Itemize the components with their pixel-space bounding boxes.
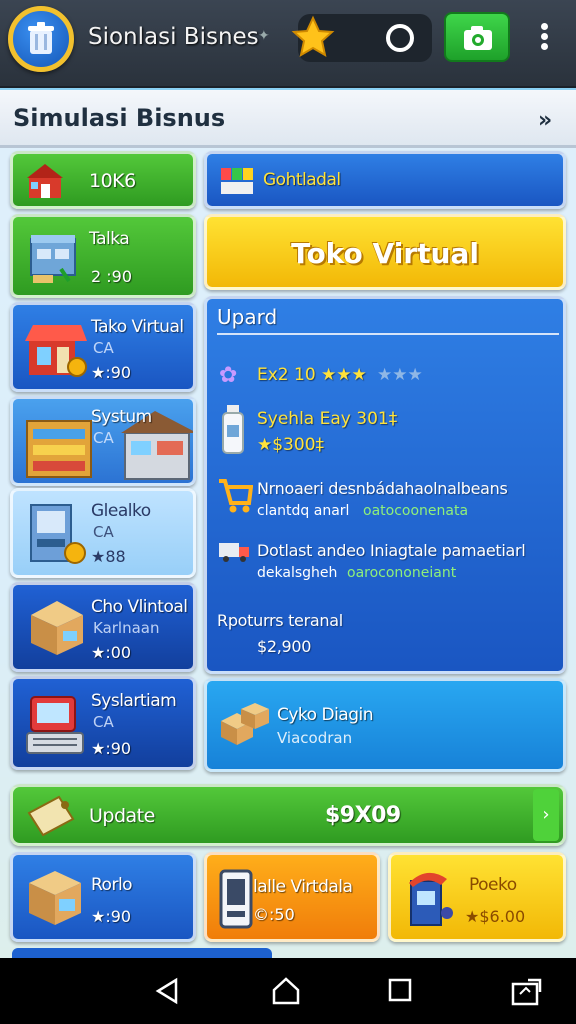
market-stall-icon	[25, 325, 87, 377]
collapse-arrows-icon[interactable]: »	[538, 108, 552, 133]
top-bar: Sionlasi Bisnes ✦	[0, 0, 576, 88]
blocks-icon	[221, 168, 253, 194]
upgrade-desc-line: clantdq anarl	[257, 503, 350, 519]
page-title: Simulasi Bisnus	[13, 104, 226, 132]
shop-card-lalle-virtdala[interactable]: lalle Virtdala ©:50	[204, 852, 380, 942]
card-title: Glealko	[91, 501, 151, 521]
card-price: ©:50	[253, 905, 295, 924]
card-price: ★:90	[91, 907, 132, 926]
truck-icon	[219, 543, 249, 562]
star-icon[interactable]	[290, 14, 336, 60]
back-icon[interactable]	[152, 976, 182, 1006]
card-title: Systum	[91, 407, 152, 427]
upgrade-desc-line: dekalsgheh	[257, 565, 338, 581]
upgrade-title: Upard	[217, 305, 278, 329]
toko-virtual-label: Toko Virtual	[291, 237, 479, 270]
city-diagram-card[interactable]: Cyko Diagin Viacodran	[204, 678, 566, 772]
card-price: ★:00	[91, 643, 132, 662]
cash-register-icon	[26, 696, 84, 754]
card-price: ★:90	[91, 363, 132, 382]
card-subtitle: Viacodran	[277, 729, 353, 747]
home-icon[interactable]	[270, 976, 302, 1006]
bottom-sheet-tab	[12, 948, 272, 958]
store-card-glealko[interactable]: Glealko CA ★88	[10, 488, 196, 578]
store-card-syslartiam[interactable]: Syslartiam CA ★:90	[10, 676, 196, 770]
trash-can-icon	[28, 22, 54, 54]
upgrade-row-item[interactable]: Syehla Eay 301‡	[257, 409, 397, 429]
upgrade-desc-line: Dotlast andeo Iniagtale pamaetiarl	[257, 541, 526, 560]
upgrade-panel: Upard ✿ Ex2 10 ★★★ ★★★ Syehla Eay 301‡ ★…	[204, 296, 566, 674]
upgrade-desc-highlight: oatocoonenata	[363, 503, 469, 519]
circle-icon[interactable]	[386, 24, 414, 52]
category-tab-button[interactable]: Gohtladal	[204, 151, 566, 209]
shop-icon	[27, 164, 63, 198]
card-subtitle: CA	[93, 523, 114, 541]
dim-stars: ★★★	[377, 365, 423, 385]
shopping-cart-icon	[219, 479, 253, 513]
card-subtitle: Karlnaan	[93, 619, 160, 637]
store-card-talka[interactable]: Talka 2 :90	[10, 214, 196, 298]
screenshot-icon[interactable]	[510, 976, 544, 1008]
camera-icon	[464, 26, 492, 50]
upgrade-footer-price: $2,900	[257, 637, 312, 656]
toko-virtual-button[interactable]: Toko Virtual	[204, 214, 566, 290]
card-title: Cyko Diagin	[277, 705, 374, 725]
upgrade-desc-highlight: oarocononeiant	[347, 565, 457, 581]
card-subtitle: CA	[93, 713, 114, 731]
card-title: Rorlo	[91, 875, 133, 895]
card-title: Talka	[89, 229, 130, 249]
card-price: ★88	[91, 547, 126, 566]
store-card-cho-vlintoal[interactable]: Cho Vlintoal Karlnaan ★:00	[10, 582, 196, 672]
warehouse-icon	[30, 235, 76, 283]
ticket-icon	[27, 795, 75, 837]
category-tab-label: Gohtladal	[263, 170, 341, 190]
recents-icon[interactable]	[386, 976, 414, 1004]
shop-card-poeko[interactable]: Poeko ★$6.00	[388, 852, 566, 942]
store-card-systum[interactable]: Systum CA	[10, 396, 196, 486]
card-title: Cho Vlintoal	[91, 597, 188, 617]
card-title: lalle Virtdala	[253, 877, 353, 897]
card-price: ★:90	[91, 739, 132, 758]
phone-icon	[219, 869, 253, 929]
update-label: Update	[89, 805, 155, 827]
upgrade-desc-line: Nrnoaeri desnbádahaolnalbeans	[257, 479, 508, 498]
system-nav-bar	[0, 958, 576, 1024]
sparkle-icon: ✦	[258, 28, 270, 44]
card-subtitle: CA	[93, 339, 114, 357]
camera-button[interactable]	[444, 12, 510, 62]
app-title: Sionlasi Bisnes	[88, 24, 259, 50]
vending-machine-icon	[30, 504, 86, 564]
upgrade-footer-label: Rpoturrs teranal	[217, 611, 343, 630]
store-card-tako-virtual[interactable]: Tako Virtual CA ★:90	[10, 302, 196, 392]
kebab-menu-icon[interactable]	[532, 20, 556, 56]
card-price: 2 :90	[91, 267, 133, 286]
card-subtitle: CA	[93, 429, 114, 447]
arcade-icon	[409, 872, 453, 926]
storefront-box-icon	[31, 601, 83, 655]
store-card-toko[interactable]: 10K6	[10, 151, 196, 209]
divider	[217, 333, 559, 335]
app-logo[interactable]	[8, 6, 74, 72]
card-price: ★$6.00	[465, 907, 526, 926]
card-title: Poeko	[469, 875, 517, 895]
chevron-right-icon: ›	[533, 789, 559, 841]
boxes-icon	[221, 703, 269, 745]
card-title: 10K6	[89, 170, 136, 192]
update-button[interactable]: Update $9X09 ›	[10, 784, 566, 846]
crate-icon	[29, 871, 81, 925]
bottle-icon	[222, 405, 244, 454]
shop-card-rorlo[interactable]: Rorlo ★:90	[10, 852, 196, 942]
gear-icon: ✿	[219, 363, 238, 388]
page-header: Simulasi Bisnus »	[0, 90, 576, 148]
upgrade-row-price: ★$300‡	[257, 435, 325, 455]
card-title: Syslartiam	[91, 691, 177, 711]
card-title: Tako Virtual	[91, 317, 184, 337]
upgrade-row-level[interactable]: Ex2 10 ★★★	[257, 365, 367, 385]
update-price: $9X09	[325, 803, 401, 828]
